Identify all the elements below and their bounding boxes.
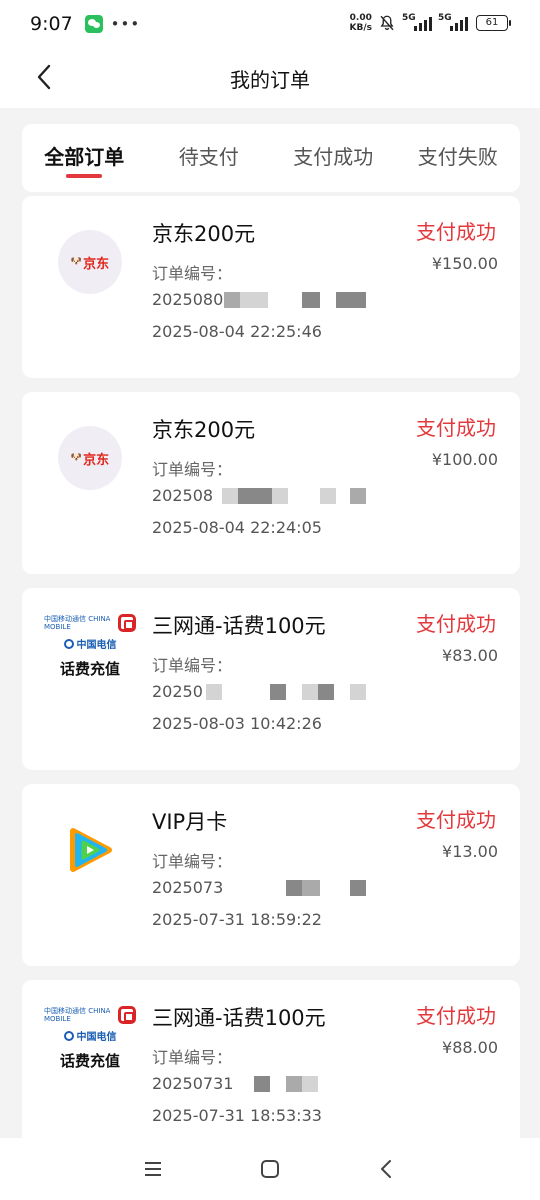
order-time: 2025-07-31 18:53:33 [152,1106,322,1125]
order-card[interactable]: VIP月卡 订单编号： 2025073 2025-07-31 18:59:22 … [22,784,520,966]
network-speed: 0.00 KB/s [350,13,372,33]
recent-apps-button[interactable] [133,1149,173,1189]
order-number-value: 2025080 [152,290,224,309]
china-unicom-logo [118,614,136,632]
logo-caption: 话费充值 [59,660,120,678]
order-number-label: 订单编号： [152,852,233,871]
order-number: 202508 [152,486,372,510]
china-mobile-logo: 中国移动通信 CHINA MOBILE [44,615,111,631]
system-back-button[interactable] [367,1149,407,1189]
order-price: ¥13.00 [442,842,498,861]
signal-sim1-icon: 5G [402,13,432,31]
order-time: 2025-08-04 22:24:05 [152,518,322,537]
telecom-logo: 中国移动通信 CHINA MOBILE 中国电信 话费充值 [44,612,136,679]
signal-sim2-icon: 5G [438,13,468,31]
order-number-value: 202508 [152,486,214,505]
order-status: 支付成功 [416,416,496,440]
order-number-label: 订单编号： [152,656,233,675]
order-number: 2025073 [152,878,372,902]
china-unicom-logo [118,1006,136,1024]
tab-payment-failed[interactable]: 支付失败 [396,124,521,192]
jd-logo: 🐶 京东 [58,426,122,490]
sim2-label: 5G [438,13,452,23]
home-icon [260,1160,279,1178]
tab-pending-payment[interactable]: 待支付 [147,124,272,192]
china-telecom-logo: 中国电信 [44,636,136,652]
order-status: 支付成功 [416,612,496,636]
order-price: ¥100.00 [431,450,498,469]
product-name: 京东200元 [152,222,256,246]
order-number-label: 订单编号： [152,460,233,479]
page-header: 我的订单 [0,48,540,108]
china-telecom-text: 中国电信 [76,1032,117,1043]
page-title: 我的订单 [230,68,310,92]
order-status: 支付成功 [416,808,496,832]
order-number-value: 20250731 [152,1074,234,1093]
order-price: ¥150.00 [431,254,498,273]
tab-all-orders[interactable]: 全部订单 [22,124,147,192]
jd-logo-text: 京东 [83,256,110,272]
china-mobile-logo: 中国移动通信 CHINA MOBILE [44,1007,111,1023]
network-speed-unit: KB/s [349,23,372,33]
logo-caption: 话费充值 [59,1052,120,1070]
china-telecom-logo: 中国电信 [44,1028,136,1044]
status-indicators: 0.00 KB/s 5G 5G 61 [350,13,511,33]
system-nav-bar [0,1138,540,1200]
tab-payment-success[interactable]: 支付成功 [271,124,396,192]
order-time: 2025-07-31 18:59:22 [152,910,322,929]
order-time: 2025-08-04 22:25:46 [152,322,322,341]
product-name: 三网通-话费100元 [152,1006,326,1030]
order-number-value: 2025073 [152,878,224,897]
order-time: 2025-08-03 10:42:26 [152,714,322,733]
order-status: 支付成功 [416,1004,496,1028]
jd-logo-text: 京东 [83,452,110,468]
product-name: VIP月卡 [152,810,228,834]
order-card[interactable]: 🐶 京东 京东200元 订单编号： 202508 2025-08-04 22:24… [22,392,520,574]
china-telecom-text: 中国电信 [76,640,117,651]
status-time: 9:07 [30,13,73,35]
order-price: ¥88.00 [442,1038,498,1057]
network-speed-value: 0.00 [349,13,372,23]
jd-logo: 🐶 京东 [58,230,122,294]
tencent-video-logo [58,818,122,882]
order-number-label: 订单编号： [152,1048,233,1067]
order-tabs: 全部订单 待支付 支付成功 支付失败 [22,124,520,192]
order-number: 20250 [152,682,372,706]
order-number: 2025080 [152,290,372,314]
home-button[interactable] [250,1149,290,1189]
battery-icon: 61 [476,15,511,31]
product-name: 三网通-话费100元 [152,614,326,638]
order-list: 🐶 京东 京东200元 订单编号： 2025080 2025-08-04 22:2… [22,196,520,1176]
back-icon [380,1160,391,1178]
menu-icon [145,1162,162,1176]
order-card[interactable]: 中国移动通信 CHINA MOBILE 中国电信 话费充值 三网通-话费100元… [22,588,520,770]
wechat-icon [84,15,103,33]
status-bar: 9:07 ••• 0.00 KB/s 5G 5G 61 [0,0,540,48]
order-card[interactable]: 中国移动通信 CHINA MOBILE 中国电信 话费充值 三网通-话费100元… [22,980,520,1162]
order-number-value: 20250 [152,682,203,701]
product-name: 京东200元 [152,418,256,442]
order-card[interactable]: 🐶 京东 京东200元 订单编号： 2025080 2025-08-04 22:2… [22,196,520,378]
sim1-label: 5G [402,13,416,23]
order-number-label: 订单编号： [152,264,233,283]
more-notifications-icon: ••• [110,15,141,33]
order-price: ¥83.00 [442,646,498,665]
order-number: 20250731 [152,1074,372,1098]
mute-bell-icon [378,14,396,32]
order-status: 支付成功 [416,220,496,244]
telecom-logo: 中国移动通信 CHINA MOBILE 中国电信 话费充值 [44,1004,136,1071]
